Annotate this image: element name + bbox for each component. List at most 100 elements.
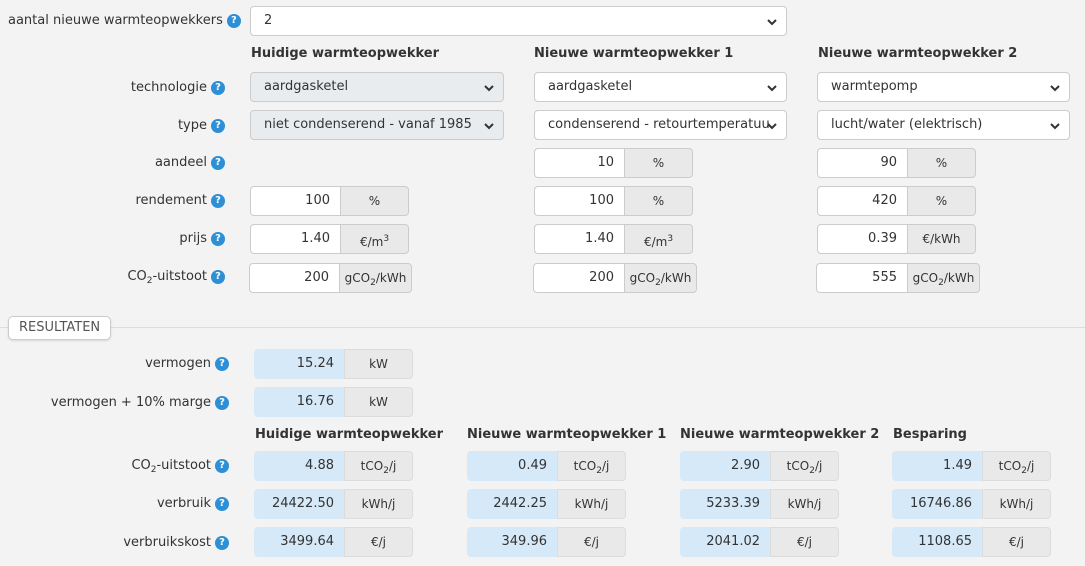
new2-type-select[interactable]: lucht/water (elektrisch) (817, 110, 1070, 140)
res-co2-label: CO2-uitstoot? (131, 456, 229, 476)
new2-rendement-input[interactable]: 420 (817, 186, 907, 216)
help-icon[interactable]: ? (211, 80, 225, 95)
results-section-button[interactable]: RESULTATEN (8, 316, 112, 340)
percent-unit: % (624, 186, 693, 216)
current-rendement-input[interactable]: 100 (250, 186, 340, 216)
new2-kost-value: 2041.02 (680, 527, 770, 557)
saving-kost-output: 1108.65 €/j (892, 527, 1051, 557)
tco2-unit: tCO2/j (557, 451, 626, 481)
tco2-unit: tCO2/j (770, 451, 839, 481)
new1-prijs-input[interactable]: 1.40 (534, 224, 624, 254)
new2-technologie-select[interactable]: warmtepomp (817, 72, 1070, 102)
new2-co2-value: 2.90 (680, 451, 770, 481)
new1-type-select[interactable]: condenserend - retourtemperatuu (534, 110, 787, 140)
chevron-down-icon (1050, 123, 1060, 130)
current-prijs-group: 1.40 €/m3 (250, 224, 409, 254)
price-unit: €/m3 (340, 224, 409, 254)
chevron-down-icon (767, 19, 777, 26)
res-kost-label: verbruikskost? (123, 533, 229, 553)
new1-verbruik-value: 2442.25 (467, 489, 557, 519)
co2-unit: gCO2/kWh (907, 263, 980, 293)
percent-unit: % (907, 186, 976, 216)
current-rendement-group: 100 % (250, 186, 409, 216)
current-co2-input[interactable]: 200 (249, 263, 339, 293)
help-icon[interactable]: ? (211, 155, 225, 170)
euro-unit: €/j (770, 527, 839, 557)
current-co2-value: 4.88 (254, 451, 344, 481)
help-icon[interactable]: ? (226, 13, 241, 28)
marge-label: vermogen + 10% marge? (51, 393, 229, 413)
kwh-unit: kWh/j (557, 489, 626, 519)
new1-aandeel-input[interactable]: 10 (534, 148, 624, 178)
help-icon[interactable]: ? (215, 458, 229, 473)
kw-unit: kW (344, 349, 413, 379)
new2-co2-output: 2.90 tCO2/j (680, 451, 839, 481)
saving-verbruik-value: 16746.86 (892, 489, 982, 519)
new2-prijs-group: 0.39 €/kWh (817, 224, 976, 254)
new2-verbruik-output: 5233.39 kWh/j (680, 489, 839, 519)
euro-unit: €/j (557, 527, 626, 557)
new1-co2-input[interactable]: 200 (533, 263, 624, 293)
new1-rendement-input[interactable]: 100 (534, 186, 624, 216)
new2-rendement-group: 420 % (817, 186, 976, 216)
kwh-unit: kWh/j (344, 489, 413, 519)
count-select[interactable]: 2 (250, 6, 787, 36)
current-co2-group: 200 gCO2/kWh (249, 263, 412, 293)
marge-output: 16.76 kW (254, 387, 413, 417)
current-kost-output: 3499.64 €/j (254, 527, 413, 557)
vermogen-value: 15.24 (254, 349, 344, 379)
help-icon[interactable]: ? (215, 356, 229, 371)
new1-kost-value: 349.96 (467, 527, 557, 557)
kwh-unit: kWh/j (770, 489, 839, 519)
chevron-down-icon (484, 85, 494, 92)
technologie-label: technologie? (131, 78, 225, 98)
help-icon[interactable]: ? (215, 395, 229, 410)
prijs-label: prijs? (179, 229, 225, 249)
new2-aandeel-input[interactable]: 90 (817, 148, 907, 178)
saving-verbruik-output: 16746.86 kWh/j (892, 489, 1051, 519)
vermogen-output: 15.24 kW (254, 349, 413, 379)
count-label: aantal nieuwe warmteopwekkers? (8, 11, 241, 31)
kwh-unit: kWh/j (982, 489, 1051, 519)
current-verbruik-value: 24422.50 (254, 489, 344, 519)
new1-co2-value: 0.49 (467, 451, 557, 481)
help-icon[interactable]: ? (215, 496, 229, 511)
res-verbruik-label: verbruik? (157, 494, 229, 514)
price-unit: €/kWh (907, 224, 976, 254)
new2-co2-input[interactable]: 555 (816, 263, 907, 293)
current-technologie-select[interactable]: aardgasketel (250, 72, 504, 102)
saving-co2-value: 1.49 (892, 451, 982, 481)
new1-co2-output: 0.49 tCO2/j (467, 451, 626, 481)
new1-verbruik-output: 2442.25 kWh/j (467, 489, 626, 519)
price-unit: €/m3 (624, 224, 693, 254)
new1-technologie-select[interactable]: aardgasketel (534, 72, 787, 102)
new1-aandeel-group: 10 % (534, 148, 693, 178)
chevron-down-icon (484, 123, 494, 130)
co2-unit: gCO2/kWh (624, 263, 697, 293)
res-col-new2: Nieuwe warmteopwekker 2 (680, 427, 880, 442)
help-icon[interactable]: ? (211, 193, 225, 208)
new2-co2-group: 555 gCO2/kWh (816, 263, 980, 293)
res-col-new1: Nieuwe warmteopwekker 1 (467, 427, 667, 442)
chevron-down-icon (767, 85, 777, 92)
marge-value: 16.76 (254, 387, 344, 417)
col-current-header: Huidige warmteopwekker (251, 46, 440, 61)
help-icon[interactable]: ? (215, 535, 229, 550)
chevron-down-icon (1050, 85, 1060, 92)
tco2-unit: tCO2/j (344, 451, 413, 481)
type-label: type? (178, 116, 225, 136)
co2-label: CO2-uitstoot? (127, 267, 225, 287)
help-icon[interactable]: ? (211, 118, 225, 133)
saving-kost-value: 1108.65 (892, 527, 982, 557)
help-icon[interactable]: ? (211, 231, 225, 246)
help-icon[interactable]: ? (211, 269, 225, 284)
chevron-down-icon (767, 123, 777, 130)
new2-prijs-input[interactable]: 0.39 (817, 224, 907, 254)
section-divider (0, 327, 1085, 328)
res-col-saving: Besparing (893, 427, 967, 442)
rendement-label: rendement? (135, 191, 225, 211)
current-type-select[interactable]: niet condenserend - vanaf 1985 (250, 110, 504, 140)
new1-co2-group: 200 gCO2/kWh (533, 263, 697, 293)
current-prijs-input[interactable]: 1.40 (250, 224, 340, 254)
percent-unit: % (340, 186, 409, 216)
